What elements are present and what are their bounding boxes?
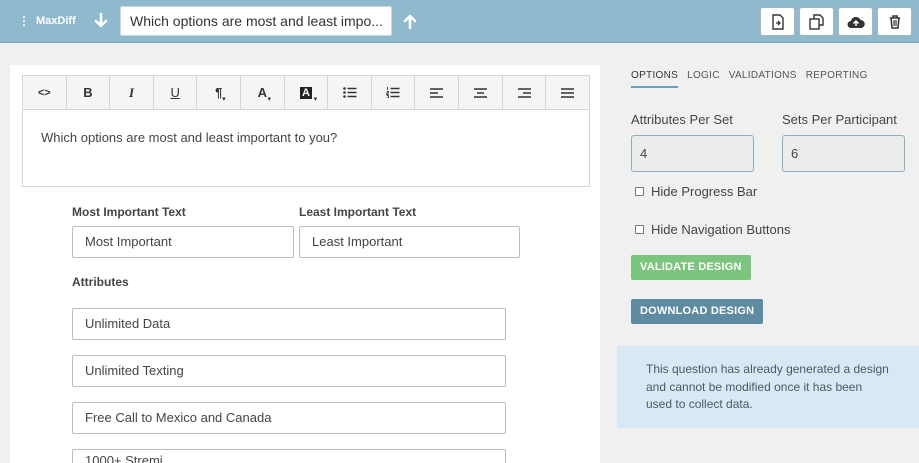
justify-button[interactable] xyxy=(546,76,589,109)
paragraph-button[interactable]: ¶ ▾ xyxy=(197,76,242,109)
download-design-button[interactable]: DOWNLOAD DESIGN xyxy=(631,299,764,324)
highlight-icon: A xyxy=(299,86,312,99)
align-left-icon xyxy=(430,87,444,98)
hide-progress-bar-checkbox[interactable]: Hide Progress Bar xyxy=(635,184,757,199)
checkbox-box[interactable] xyxy=(635,187,644,196)
move-down-button[interactable] xyxy=(92,11,110,31)
bullet-list-button[interactable] xyxy=(328,76,372,109)
align-center-button[interactable] xyxy=(459,76,503,109)
most-important-input[interactable]: Most Important xyxy=(72,226,294,258)
question-text-editor[interactable]: Which options are most and least importa… xyxy=(22,109,590,187)
align-right-button[interactable] xyxy=(503,76,547,109)
attributes-per-set-label: Attributes Per Set xyxy=(631,112,733,127)
copy-icon xyxy=(808,13,824,30)
align-left-button[interactable] xyxy=(415,76,460,109)
bold-icon: B xyxy=(83,85,93,100)
tab-logic[interactable]: LOGIC xyxy=(687,70,720,88)
code-icon: <> xyxy=(37,86,51,99)
font-color-button[interactable]: A ▾ xyxy=(241,76,285,109)
sets-per-participant-label: Sets Per Participant xyxy=(782,112,897,127)
hide-navigation-buttons-checkbox[interactable]: Hide Navigation Buttons xyxy=(635,222,790,237)
font-color-icon: A xyxy=(257,85,268,100)
question-type-handle[interactable]: ⋮ MaxDiff xyxy=(18,15,76,27)
code-view-button[interactable]: <> xyxy=(23,76,67,109)
drag-dots-icon: ⋮ xyxy=(18,14,30,28)
copy-button[interactable] xyxy=(799,7,834,36)
attributes-per-set-input[interactable]: 4 xyxy=(631,135,754,172)
least-important-input[interactable]: Least Important xyxy=(299,226,520,258)
italic-icon: I xyxy=(128,84,135,100)
attributes-label: Attributes xyxy=(72,275,129,289)
tab-reporting[interactable]: REPORTING xyxy=(806,70,868,88)
question-title-input[interactable]: Which options are most and least impo... xyxy=(120,6,392,36)
info-message: This question has already generated a de… xyxy=(617,346,919,428)
settings-tabs: OPTIONS LOGIC VALIDATIONS REPORTING xyxy=(631,70,877,88)
attribute-input[interactable]: Free Call to Mexico and Canada xyxy=(72,402,506,434)
hide-progress-bar-label: Hide Progress Bar xyxy=(651,184,758,199)
bullet-list-icon xyxy=(342,87,357,98)
arrow-up-icon xyxy=(403,14,417,29)
underline-button[interactable]: U xyxy=(154,76,198,109)
tab-validations[interactable]: VALIDATIONS xyxy=(729,70,797,88)
checkbox-box[interactable] xyxy=(635,225,644,234)
justify-icon xyxy=(561,87,575,98)
cloud-upload-icon xyxy=(847,16,865,28)
upload-button[interactable] xyxy=(838,7,873,36)
hide-navigation-buttons-label: Hide Navigation Buttons xyxy=(651,222,791,237)
arrow-down-icon xyxy=(94,13,108,28)
export-button[interactable] xyxy=(760,7,795,36)
sets-per-participant-input[interactable]: 6 xyxy=(782,135,905,172)
underline-icon: U xyxy=(170,85,180,100)
least-important-label: Least Important Text xyxy=(299,205,417,219)
question-type-label: MaxDiff xyxy=(36,15,76,27)
attribute-input[interactable]: Unlimited Texting xyxy=(72,355,506,387)
top-bar: ⋮ MaxDiff Which options are most and lea… xyxy=(0,0,919,43)
question-editor-panel: <> B I U ¶ ▾ A ▾ A ▾ Which options are most… xyxy=(10,65,600,463)
attribute-input[interactable]: 1000+ Stremi... xyxy=(72,449,506,463)
attribute-input[interactable]: Unlimited Data xyxy=(72,308,506,340)
most-important-label: Most Important Text xyxy=(72,205,186,219)
move-up-button[interactable] xyxy=(401,11,419,31)
numbered-list-icon xyxy=(386,87,400,98)
delete-button[interactable] xyxy=(877,7,912,36)
highlight-button[interactable]: A ▾ xyxy=(285,76,329,109)
tab-options[interactable]: OPTIONS xyxy=(631,70,679,88)
align-right-icon xyxy=(517,87,531,98)
trash-icon xyxy=(889,14,900,29)
numbered-list-button[interactable] xyxy=(372,76,416,109)
bold-button[interactable]: B xyxy=(67,76,111,109)
export-page-icon xyxy=(771,13,784,30)
validate-design-button[interactable]: VALIDATE DESIGN xyxy=(631,255,751,280)
rich-text-toolbar: <> B I U ¶ ▾ A ▾ A ▾ xyxy=(22,75,590,110)
italic-button[interactable]: I xyxy=(110,76,154,109)
align-center-icon xyxy=(473,87,487,98)
